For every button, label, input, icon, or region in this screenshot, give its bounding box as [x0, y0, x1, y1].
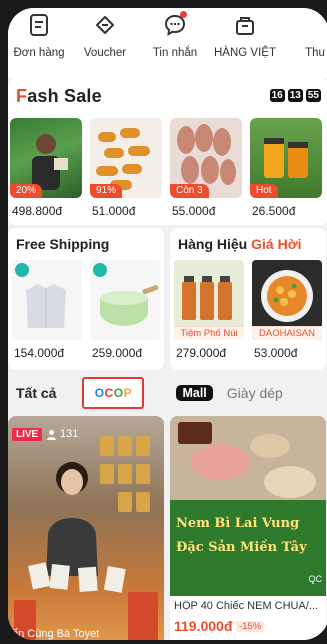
timer-seconds: 55: [305, 89, 321, 102]
flash-item-image: 20%: [10, 118, 82, 198]
tab-shoes[interactable]: Giày dép: [227, 385, 283, 401]
banner-line1: Nem Bì Lai Vung: [176, 516, 300, 531]
free-shipping-title: Free Shipping: [16, 236, 110, 252]
product-card[interactable]: Nem Bì Lai Vung Đặc Sản Miền Tây QC HỘP …: [170, 416, 326, 640]
livestream-thumbnail: [14, 436, 158, 640]
timer-minutes: 13: [287, 89, 303, 102]
livestream-card[interactable]: LIVE 131 ẩn Cùng Bà Toyet: [8, 416, 164, 640]
flash-item-badge: Còn 3: [170, 184, 209, 198]
flash-sale-title: Fash Sale: [16, 86, 102, 107]
brand-deals-title: Hàng Hiệu Giá Hời: [178, 236, 302, 252]
nav-vietnam-goods-label: HÀNG VIỆT: [214, 47, 276, 59]
flash-item-image: 91%: [90, 118, 162, 198]
flash-item-badge: 91%: [90, 184, 123, 198]
brand-deals-title-b: Giá Hời: [251, 236, 302, 252]
brand-item[interactable]: DAOHAISAN 53.000đ: [252, 260, 322, 360]
brand-deals-title-a: Hàng Hiệu: [178, 236, 252, 252]
nav-vietnam-goods[interactable]: HÀNG VIỆT: [210, 8, 280, 78]
flash-item[interactable]: Còn 3 55.000đ: [170, 118, 242, 218]
flash-item-image: Còn 3: [170, 118, 242, 198]
live-caption: ẩn Cùng Bà Toyet: [12, 628, 100, 640]
flash-item-badge: 20%: [10, 184, 43, 198]
flash-sale-title-rest: ash Sale: [27, 86, 102, 106]
flash-item-price: 26.500đ: [252, 204, 296, 218]
flash-item[interactable]: 20% 498.800đ: [10, 118, 82, 218]
ad-tag: QC: [308, 574, 323, 584]
ocop-letter: O: [113, 386, 124, 400]
product-discount: -15%: [236, 621, 265, 632]
free-shipping-card[interactable]: Free Shipping 154.000đ 259.000đ: [8, 228, 164, 370]
brand-deals-card[interactable]: Hàng Hiệu Giá Hời Tiệm Phố Núi 279.000đ …: [170, 228, 326, 370]
tab-all[interactable]: Tất cả: [16, 385, 56, 401]
nav-more[interactable]: Thu: [280, 8, 327, 78]
flash-item[interactable]: Hot 26.500đ: [250, 118, 322, 218]
product-name: HỘP 40 Chiếc NEM CHUA/...: [174, 600, 319, 612]
product-price: 119.000đ: [174, 618, 233, 634]
flash-sale-title-f: F: [16, 86, 28, 106]
nav-messages[interactable]: Tin nhắn: [140, 8, 210, 78]
brand-item-shop: Tiệm Phố Núi: [174, 326, 244, 340]
orders-icon: [26, 12, 52, 38]
nav-messages-label: Tin nhắn: [152, 47, 198, 59]
banner-line2: Đặc Sản Miền Tây: [176, 540, 307, 555]
tab-mall[interactable]: Mall: [176, 385, 213, 401]
nav-voucher[interactable]: Voucher: [70, 8, 140, 78]
more-icon: [302, 12, 327, 38]
brand-item-image: Tiệm Phố Núi: [174, 260, 244, 340]
viewer-count: 131: [46, 428, 78, 440]
nav-more-label: Thu: [305, 47, 325, 59]
nav-orders-label: Đơn hàng: [13, 47, 65, 59]
flash-item-image: Hot: [250, 118, 322, 198]
live-badge: LIVE: [12, 428, 43, 441]
flash-item-price: 51.000đ: [92, 204, 136, 218]
free-shipping-item[interactable]: 259.000đ: [90, 260, 160, 360]
flash-item[interactable]: 91% 51.000đ: [90, 118, 162, 218]
voucher-icon: [92, 12, 118, 38]
nav-voucher-label: Voucher: [83, 47, 127, 59]
unread-dot: [180, 11, 187, 18]
category-tabs: Tất cả OCOP Mall Giày dép: [8, 374, 327, 412]
brand-item-price: 279.000đ: [176, 346, 227, 360]
flash-sale-timer: 16 13 55: [269, 89, 321, 102]
nav-orders[interactable]: Đơn hàng: [8, 8, 70, 78]
flash-sale-section[interactable]: Fash Sale 16 13 55 20% 498.800đ 91% 51.0…: [8, 78, 327, 225]
timer-hours: 16: [269, 89, 285, 102]
free-shipping-item-price: 259.000đ: [92, 346, 143, 360]
flash-item-price: 498.800đ: [12, 204, 63, 218]
basket-icon: [232, 12, 258, 38]
brand-item-price: 53.000đ: [254, 346, 298, 360]
flash-item-price: 55.000đ: [172, 204, 216, 218]
phone-frame: Đơn hàng Voucher Tin nhắn HÀNG VIỆT Thu: [0, 0, 327, 644]
ocop-letter: O: [94, 386, 105, 400]
brand-item[interactable]: Tiệm Phố Núi 279.000đ: [174, 260, 244, 360]
free-shipping-item[interactable]: 154.000đ: [12, 260, 82, 360]
app-screen: Đơn hàng Voucher Tin nhắn HÀNG VIỆT Thu: [8, 8, 327, 640]
free-shipping-item-image: [90, 260, 160, 340]
flash-item-badge: Hot: [250, 184, 278, 198]
quick-nav: Đơn hàng Voucher Tin nhắn HÀNG VIỆT Thu: [8, 8, 327, 78]
ocop-letter: P: [123, 386, 133, 400]
chat-icon: [162, 11, 188, 38]
brand-item-shop: DAOHAISAN: [252, 326, 322, 340]
viewer-icon: [47, 429, 56, 440]
free-shipping-item-image: [12, 260, 82, 340]
brand-item-image: DAOHAISAN: [252, 260, 322, 340]
product-image: [170, 416, 326, 596]
ocop-letter: C: [104, 386, 114, 400]
tab-ocop[interactable]: OCOP: [82, 377, 145, 409]
free-shipping-item-price: 154.000đ: [14, 346, 65, 360]
viewer-count-value: 131: [60, 428, 79, 440]
